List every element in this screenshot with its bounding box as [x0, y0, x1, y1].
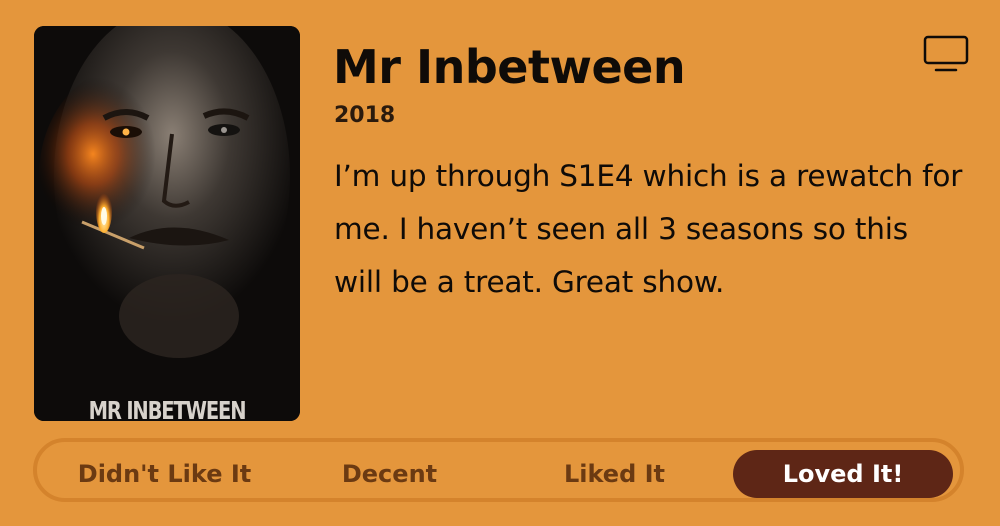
- rating-option-liked-it[interactable]: Liked It: [507, 450, 722, 498]
- show-title: Mr Inbetween: [333, 40, 686, 94]
- rating-option-loved-it-selected[interactable]: Loved It!: [733, 450, 953, 498]
- rating-option-didnt-like-it[interactable]: Didn't Like It: [57, 450, 272, 498]
- poster-title: MR INBETWEEN: [88, 396, 247, 421]
- poster-artwork: [34, 26, 300, 421]
- poster-image: MR INBETWEEN: [34, 26, 300, 421]
- review-text: I’m up through S1E4 which is a rewatch f…: [334, 159, 963, 299]
- tv-icon: [922, 34, 970, 74]
- release-year: 2018: [334, 103, 396, 128]
- rating-selector: Didn't Like It Decent Liked It Loved It!: [33, 438, 964, 502]
- rating-option-decent[interactable]: Decent: [287, 450, 492, 498]
